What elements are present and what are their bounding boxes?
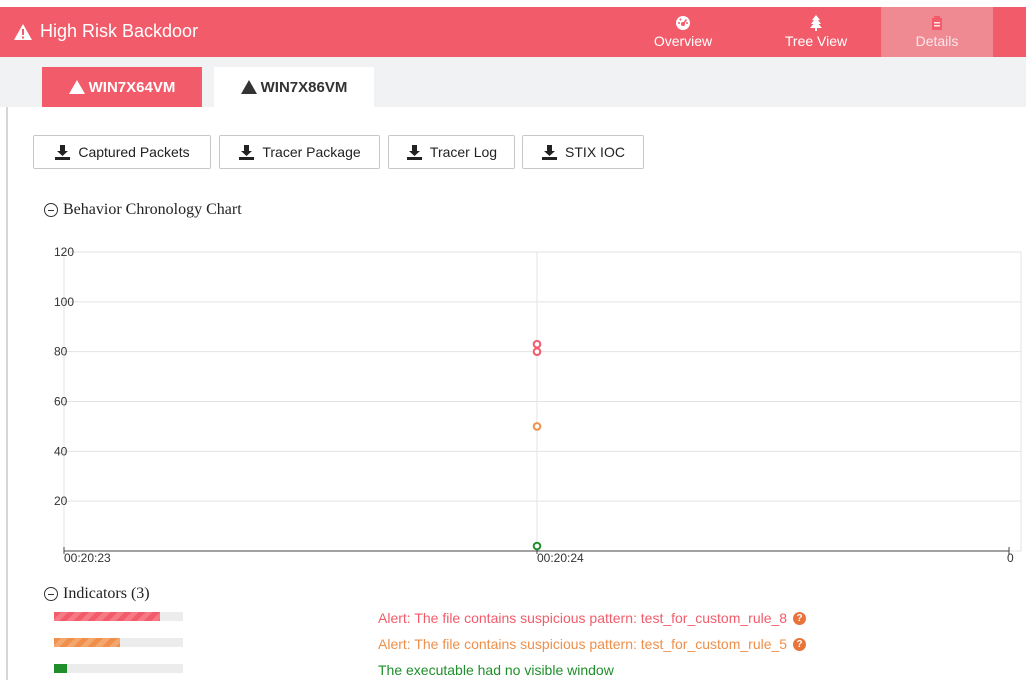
warning-triangle-icon xyxy=(14,23,32,40)
y-tick-label: 20 xyxy=(54,494,68,508)
indicator-item: The executable had no visible window xyxy=(378,662,614,678)
tab-host-win7x86vm[interactable]: WIN7X86VM xyxy=(214,67,374,107)
tracer-package-button[interactable]: Tracer Package xyxy=(219,135,380,169)
x-tick-label: 00:20:23 xyxy=(64,551,111,565)
top-header: High Risk Backdoor Overview Tree View De… xyxy=(0,7,1026,57)
nav-tree-view-label: Tree View xyxy=(784,33,848,49)
captured-packets-button[interactable]: Captured Packets xyxy=(33,135,211,169)
host-tab-bar: WIN7X64VM WIN7X86VM xyxy=(0,57,1026,107)
y-tick-label: 40 xyxy=(54,444,68,458)
dashboard-icon xyxy=(676,16,690,30)
indicator-item: Alert: The file contains suspicious patt… xyxy=(378,610,807,626)
nav-details[interactable]: Details xyxy=(881,7,993,57)
indicators-title: Indicators (3) xyxy=(63,585,150,602)
indicator-severity-fill xyxy=(54,638,120,647)
chart-plot-area xyxy=(63,251,1022,552)
download-icon xyxy=(542,144,558,160)
indicator-severity-bar xyxy=(54,638,183,647)
data-point xyxy=(532,339,542,349)
download-icon xyxy=(55,144,71,160)
nav-overview-label: Overview xyxy=(653,33,713,49)
tree-icon xyxy=(810,15,822,31)
download-icon xyxy=(239,144,255,160)
tracer-package-label: Tracer Package xyxy=(262,144,361,160)
data-point xyxy=(532,541,542,551)
collapse-icon[interactable] xyxy=(44,203,58,217)
y-tick-label: 120 xyxy=(54,245,74,259)
nav-overview[interactable]: Overview xyxy=(638,7,728,57)
stix-ioc-button[interactable]: STIX IOC xyxy=(522,135,644,169)
tab-host-label: WIN7X86VM xyxy=(260,78,348,96)
details-icon xyxy=(932,16,942,30)
tracer-log-label: Tracer Log xyxy=(429,144,498,160)
collapse-icon[interactable] xyxy=(44,587,58,601)
y-tick-label: 100 xyxy=(54,295,74,309)
data-point xyxy=(532,422,542,431)
indicator-text: The executable had no visible window xyxy=(378,662,614,678)
tab-host-label: WIN7X64VM xyxy=(88,78,176,96)
warning-triangle-icon xyxy=(68,80,85,94)
chart-section-header: Behavior Chronology Chart xyxy=(44,201,242,219)
x-tick-label: 0 xyxy=(1007,551,1014,565)
tab-host-win7x64vm[interactable]: WIN7X64VM xyxy=(42,67,202,107)
help-icon[interactable]: ? xyxy=(793,637,807,651)
y-tick-label: 80 xyxy=(54,345,68,359)
chart-section-title: Behavior Chronology Chart xyxy=(63,201,242,218)
indicators-section-header: Indicators (3) xyxy=(44,585,150,603)
indicator-severity-fill xyxy=(54,612,160,621)
indicator-severity-bar xyxy=(54,612,183,621)
content-panel-border xyxy=(6,107,8,680)
stix-ioc-label: STIX IOC xyxy=(565,144,625,160)
warning-triangle-icon xyxy=(240,80,257,94)
y-tick-label: 60 xyxy=(54,395,68,409)
report-title: High Risk Backdoor xyxy=(14,21,198,42)
indicator-severity-bar xyxy=(54,664,183,673)
download-icon xyxy=(406,144,422,160)
tracer-log-button[interactable]: Tracer Log xyxy=(388,135,515,169)
help-icon[interactable]: ? xyxy=(793,611,807,625)
captured-packets-label: Captured Packets xyxy=(78,144,190,160)
report-title-text: High Risk Backdoor xyxy=(40,21,199,41)
x-tick-label: 00:20:24 xyxy=(537,551,584,565)
data-point xyxy=(532,347,542,356)
indicator-text: Alert: The file contains suspicious patt… xyxy=(378,610,788,626)
indicator-item: Alert: The file contains suspicious patt… xyxy=(378,636,807,652)
nav-tree-view[interactable]: Tree View xyxy=(766,7,866,57)
nav-details-label: Details xyxy=(915,33,959,49)
indicator-text: Alert: The file contains suspicious patt… xyxy=(378,636,788,652)
indicator-severity-fill xyxy=(54,664,67,673)
